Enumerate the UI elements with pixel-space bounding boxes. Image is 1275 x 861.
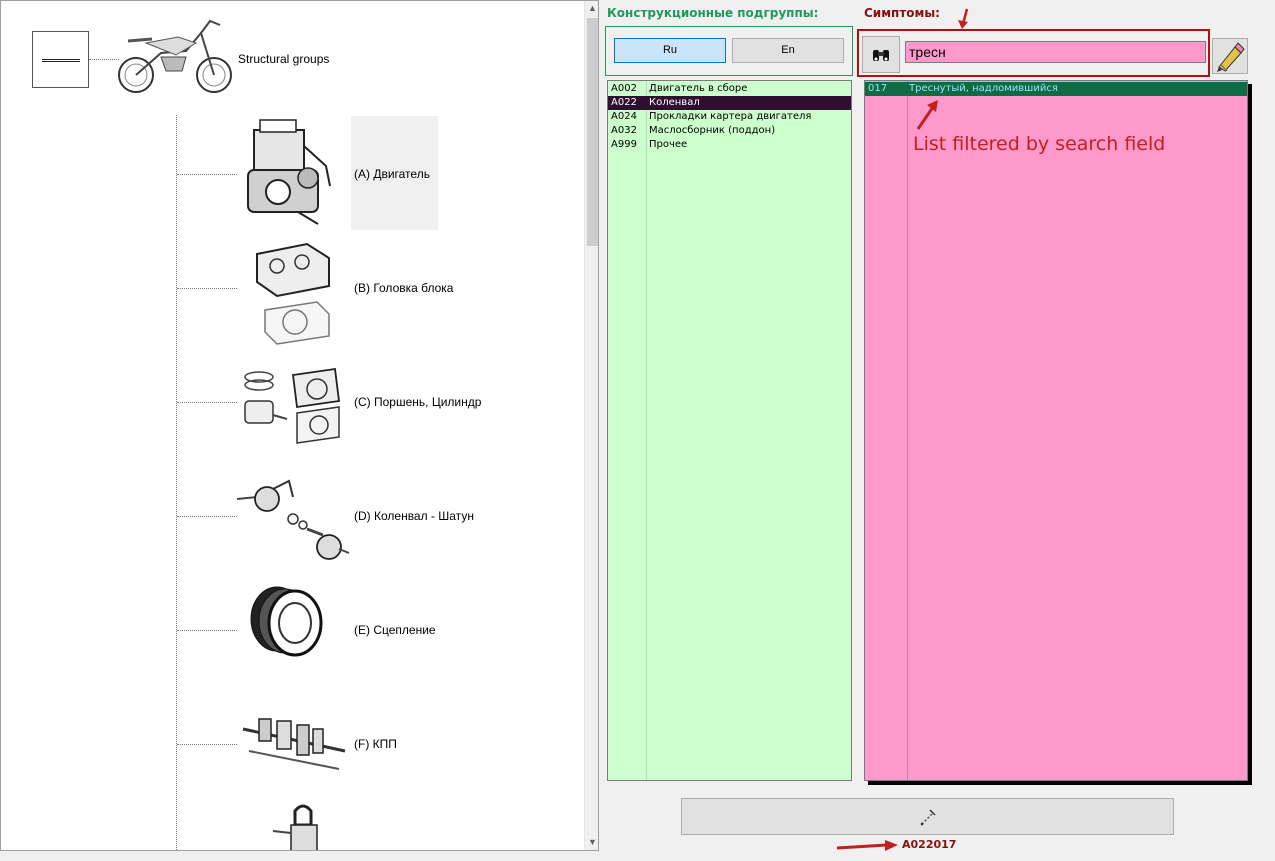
tree-node-cylinder-head[interactable]: (B) Головка блока xyxy=(354,281,453,295)
cylinder-head-icon xyxy=(256,242,330,345)
row-name: Маслосборник (поддон) xyxy=(649,125,776,136)
tree-connector xyxy=(177,744,237,745)
row-code: A032 xyxy=(611,125,637,136)
selected-code-readout: A022017 xyxy=(902,838,957,851)
annotation-text: List filtered by search field xyxy=(913,133,1166,155)
tree-root-label[interactable]: Structural groups xyxy=(238,52,329,66)
list-shadow xyxy=(1248,84,1252,784)
list-item-selected[interactable]: 017 Треснутый, надломившийся xyxy=(865,82,1247,96)
search-button[interactable] xyxy=(862,36,900,73)
tree-connector xyxy=(177,174,237,175)
tree-scrollbar[interactable]: ▲ ▼ xyxy=(584,1,598,850)
row-name: Треснутый, надломившийся xyxy=(909,83,1058,94)
subgroups-title: Конструкционные подгруппы: xyxy=(607,6,819,20)
tree-connector xyxy=(177,516,237,517)
list-item[interactable]: A032 Маслосборник (поддон) xyxy=(608,124,851,138)
tree-content: Structural groups (A) Двигатель (B) Голо… xyxy=(1,1,584,850)
list-item[interactable]: A999 Прочее xyxy=(608,138,851,152)
red-arrow-icon xyxy=(836,840,898,851)
clear-search-button[interactable] xyxy=(1212,38,1248,74)
symptom-list[interactable]: 017 Треснутый, надломившийся xyxy=(864,80,1248,781)
tree-connector xyxy=(177,288,237,289)
row-code: A024 xyxy=(611,111,637,122)
scroll-down-icon[interactable]: ▼ xyxy=(585,835,598,850)
tree-branch-line xyxy=(176,115,177,850)
engine-icon xyxy=(247,119,331,225)
row-name: Прокладки картера двигателя xyxy=(649,111,812,122)
eraser-pencil-icon xyxy=(1217,42,1245,72)
structure-tree[interactable]: Structural groups (A) Двигатель (B) Голо… xyxy=(0,0,599,851)
tree-connector xyxy=(177,630,237,631)
lang-en-button[interactable]: En xyxy=(732,38,844,63)
column-divider xyxy=(646,81,647,780)
tree-node-gearbox[interactable]: (F) КПП xyxy=(354,737,397,751)
symptoms-title: Симптомы: xyxy=(864,6,940,20)
column-divider xyxy=(907,81,908,780)
language-selector: Ru En xyxy=(605,26,853,76)
symptom-search-input[interactable] xyxy=(905,41,1206,63)
gearbox-icon xyxy=(242,718,346,770)
row-name: Двигатель в сборе xyxy=(649,83,748,94)
ignition-coil-icon xyxy=(272,804,318,850)
row-name: Коленвал xyxy=(649,97,700,108)
red-arrow-icon xyxy=(958,8,969,29)
collapse-toggle[interactable] xyxy=(32,31,89,88)
apply-button[interactable] xyxy=(681,798,1174,835)
list-item[interactable]: A002 Двигатель в сборе xyxy=(608,82,851,96)
minus-icon xyxy=(42,59,80,62)
crankshaft-icon xyxy=(236,479,350,560)
list-item[interactable]: A024 Прокладки картера двигателя xyxy=(608,110,851,124)
scroll-up-icon[interactable]: ▲ xyxy=(585,1,598,16)
wand-icon xyxy=(920,809,936,826)
row-name: Прочее xyxy=(649,139,688,150)
list-item-selected[interactable]: A022 Коленвал xyxy=(608,96,851,110)
tree-node-clutch[interactable]: (E) Сцепление xyxy=(354,623,436,637)
binoculars-icon xyxy=(873,50,889,61)
status-strip xyxy=(0,851,1275,861)
motorcycle-icon xyxy=(118,19,232,93)
list-shadow xyxy=(868,781,1252,785)
clutch-icon xyxy=(250,586,323,657)
tree-node-piston-cylinder[interactable]: (C) Поршень, Цилиндр xyxy=(354,395,481,409)
tree-node-crankshaft[interactable]: (D) Коленвал - Шатун xyxy=(354,509,474,523)
subgroup-list[interactable]: A002 Двигатель в сборе A022 Коленвал A02… xyxy=(607,80,852,781)
red-arrow-icon xyxy=(916,100,938,130)
tree-connector xyxy=(177,402,237,403)
row-code: A002 xyxy=(611,83,637,94)
lang-ru-button[interactable]: Ru xyxy=(614,38,726,63)
row-code: A999 xyxy=(611,139,637,150)
row-code: 017 xyxy=(868,83,888,94)
tree-connector xyxy=(89,59,119,60)
row-code: A022 xyxy=(611,97,637,108)
scrollbar-thumb[interactable] xyxy=(587,18,598,246)
tree-node-engine[interactable]: (A) Двигатель xyxy=(354,167,430,181)
piston-cylinder-icon xyxy=(244,367,341,444)
